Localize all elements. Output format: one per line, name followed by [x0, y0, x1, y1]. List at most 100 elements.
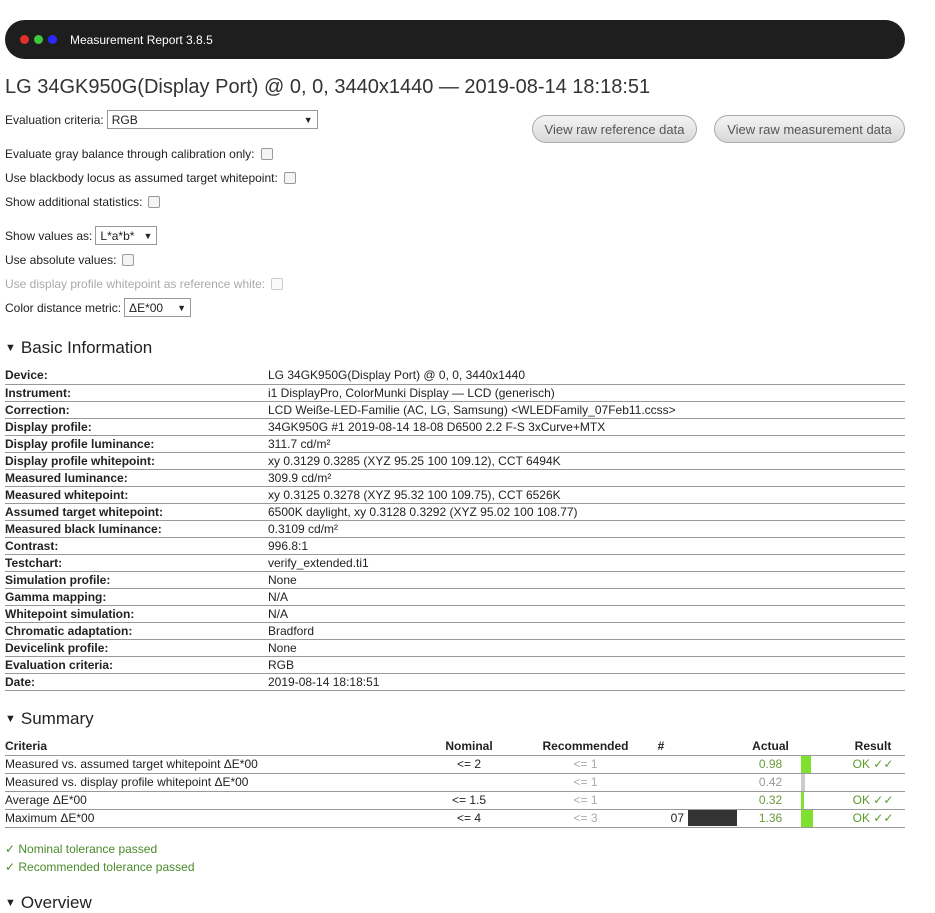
summary-indicator-cell: [801, 809, 841, 828]
info-row: Evaluation criteria: RGB: [5, 656, 905, 674]
blackbody-checkbox[interactable]: [283, 172, 296, 184]
summary-heading[interactable]: ▼ Summary: [5, 709, 94, 729]
chevron-down-icon: ▼: [177, 302, 187, 313]
col-nominal: Nominal: [405, 738, 533, 756]
info-value: i1 DisplayPro, ColorMunki Display — LCD …: [268, 384, 905, 402]
info-key: Assumed target whitepoint:: [5, 503, 268, 521]
color-distance-select[interactable]: ΔE*00 ▼: [124, 298, 192, 317]
info-row: Chromatic adaptation: Bradford: [5, 622, 905, 640]
color-distance-value: ΔE*00: [129, 300, 164, 315]
info-row: Display profile whitepoint: xy 0.3129 0.3…: [5, 452, 905, 470]
info-value: LCD Weiße-LED-Familie (AC, LG, Samsung) …: [268, 401, 905, 419]
summary-criteria: Maximum ΔE*00: [5, 809, 405, 828]
info-key: Evaluation criteria:: [5, 656, 268, 674]
max-patch-swatch: [688, 810, 737, 826]
info-row: Measured luminance: 309.9 cd/m²: [5, 469, 905, 487]
additional-stats-row: Show additional statistics:: [5, 195, 161, 209]
col-criteria: Criteria: [5, 738, 405, 756]
summary-header-row: Criteria Nominal Recommended # Actual Re…: [5, 738, 905, 756]
summary-bar-cell: [688, 809, 740, 828]
info-key: Simulation profile:: [5, 571, 268, 589]
recommended-passed-text: ✓ Recommended tolerance passed: [5, 860, 195, 874]
col-number: #: [638, 738, 688, 756]
absolute-values-checkbox[interactable]: [122, 254, 135, 266]
col-bar: [688, 738, 740, 756]
summary-bar-cell: [688, 755, 740, 774]
additional-stats-checkbox[interactable]: [148, 196, 161, 208]
info-key: Chromatic adaptation:: [5, 622, 268, 640]
summary-row: Average ΔE*00 <= 1.5 <= 1 0.32 OK ✓✓: [5, 791, 905, 810]
summary-bar-cell: [688, 773, 740, 792]
maximize-dot-icon[interactable]: [34, 35, 43, 44]
summary-actual: 0.32: [740, 791, 801, 810]
color-distance-row: Color distance metric: ΔE*00 ▼: [5, 298, 192, 317]
blackbody-label: Use blackbody locus as assumed target wh…: [5, 171, 278, 185]
summary-nominal: <= 1.5: [405, 791, 533, 810]
info-value: 2019-08-14 18:18:51: [268, 673, 905, 691]
summary-row: Measured vs. display profile whitepoint …: [5, 773, 905, 792]
info-key: Display profile luminance:: [5, 435, 268, 453]
summary-actual: 1.36: [740, 809, 801, 828]
minimize-dot-icon[interactable]: [48, 35, 57, 44]
info-value: xy 0.3129 0.3285 (XYZ 95.25 100 109.12),…: [268, 452, 905, 470]
info-value: xy 0.3125 0.3278 (XYZ 95.32 100 109.75),…: [268, 486, 905, 504]
info-value: LG 34GK950G(Display Port) @ 0, 0, 3440x1…: [268, 367, 905, 385]
chevron-down-icon: ▼: [143, 230, 153, 241]
basic-info-heading-text: Basic Information: [20, 338, 153, 357]
show-values-value: L*a*b*: [100, 228, 135, 243]
overview-heading[interactable]: ▼ Overview: [5, 893, 92, 913]
chevron-down-icon: ▼: [303, 114, 313, 125]
summary-result: OK ✓✓: [841, 809, 905, 828]
summary-actual: 0.98: [740, 755, 801, 774]
absolute-values-row: Use absolute values:: [5, 253, 135, 267]
info-value: 996.8:1: [268, 537, 905, 555]
show-values-select[interactable]: L*a*b* ▼: [95, 226, 158, 245]
window-title: Measurement Report 3.8.5: [70, 32, 213, 47]
summary-nominal: <= 2: [405, 755, 533, 774]
info-key: Devicelink profile:: [5, 639, 268, 657]
info-row: Correction: LCD Weiße-LED-Familie (AC, LG…: [5, 401, 905, 419]
info-key: Display profile whitepoint:: [5, 452, 268, 470]
show-values-row: Show values as: L*a*b* ▼: [5, 226, 158, 245]
view-raw-measurement-button[interactable]: View raw measurement data: [714, 115, 905, 143]
evaluation-criteria-select[interactable]: RGB ▼: [106, 110, 318, 129]
summary-number: [638, 773, 688, 792]
view-raw-reference-button[interactable]: View raw reference data: [532, 115, 697, 143]
info-key: Instrument:: [5, 384, 268, 402]
summary-recommended: <= 1: [533, 773, 638, 792]
overview-heading-text: Overview: [20, 893, 92, 912]
info-key: Measured luminance:: [5, 469, 268, 487]
color-distance-label: Color distance metric:: [5, 300, 122, 315]
summary-row: Measured vs. assumed target whitepoint Δ…: [5, 755, 905, 774]
basic-info-heading[interactable]: ▼ Basic Information: [5, 338, 152, 358]
info-key: Whitepoint simulation:: [5, 605, 268, 623]
col-recommended: Recommended: [533, 738, 638, 756]
title-bar: Measurement Report 3.8.5: [5, 20, 905, 59]
info-value: RGB: [268, 656, 905, 674]
summary-number: 07: [638, 809, 688, 828]
summary-nominal: <= 4: [405, 809, 533, 828]
gray-balance-checkbox[interactable]: [260, 148, 273, 160]
info-value: None: [268, 571, 905, 589]
info-row: Display profile luminance: 311.7 cd/m²: [5, 435, 905, 453]
info-row: Measured black luminance: 0.3109 cd/m²: [5, 520, 905, 538]
gray-balance-row: Evaluate gray balance through calibratio…: [5, 147, 273, 161]
summary-result: OK ✓✓: [841, 755, 905, 774]
info-key: Device:: [5, 367, 268, 385]
info-value: Bradford: [268, 622, 905, 640]
actual-level-bar: [801, 809, 813, 827]
info-row: Assumed target whitepoint: 6500K daylight…: [5, 503, 905, 521]
info-key: Measured whitepoint:: [5, 486, 268, 504]
info-key: Date:: [5, 673, 268, 691]
info-value: 6500K daylight, xy 0.3128 0.3292 (XYZ 95…: [268, 503, 905, 521]
additional-stats-label: Show additional statistics:: [5, 195, 143, 209]
summary-bar-cell: [688, 791, 740, 810]
info-row: Gamma mapping: N/A: [5, 588, 905, 606]
summary-actual: 0.42: [740, 773, 801, 792]
evaluation-criteria-value: RGB: [111, 112, 138, 127]
close-dot-icon[interactable]: [20, 35, 29, 44]
nominal-passed-text: ✓ Nominal tolerance passed: [5, 842, 158, 856]
profile-whitepoint-row: Use display profile whitepoint as refere…: [5, 277, 284, 291]
info-row: Date: 2019-08-14 18:18:51: [5, 673, 905, 691]
summary-indicator-cell: [801, 773, 841, 792]
